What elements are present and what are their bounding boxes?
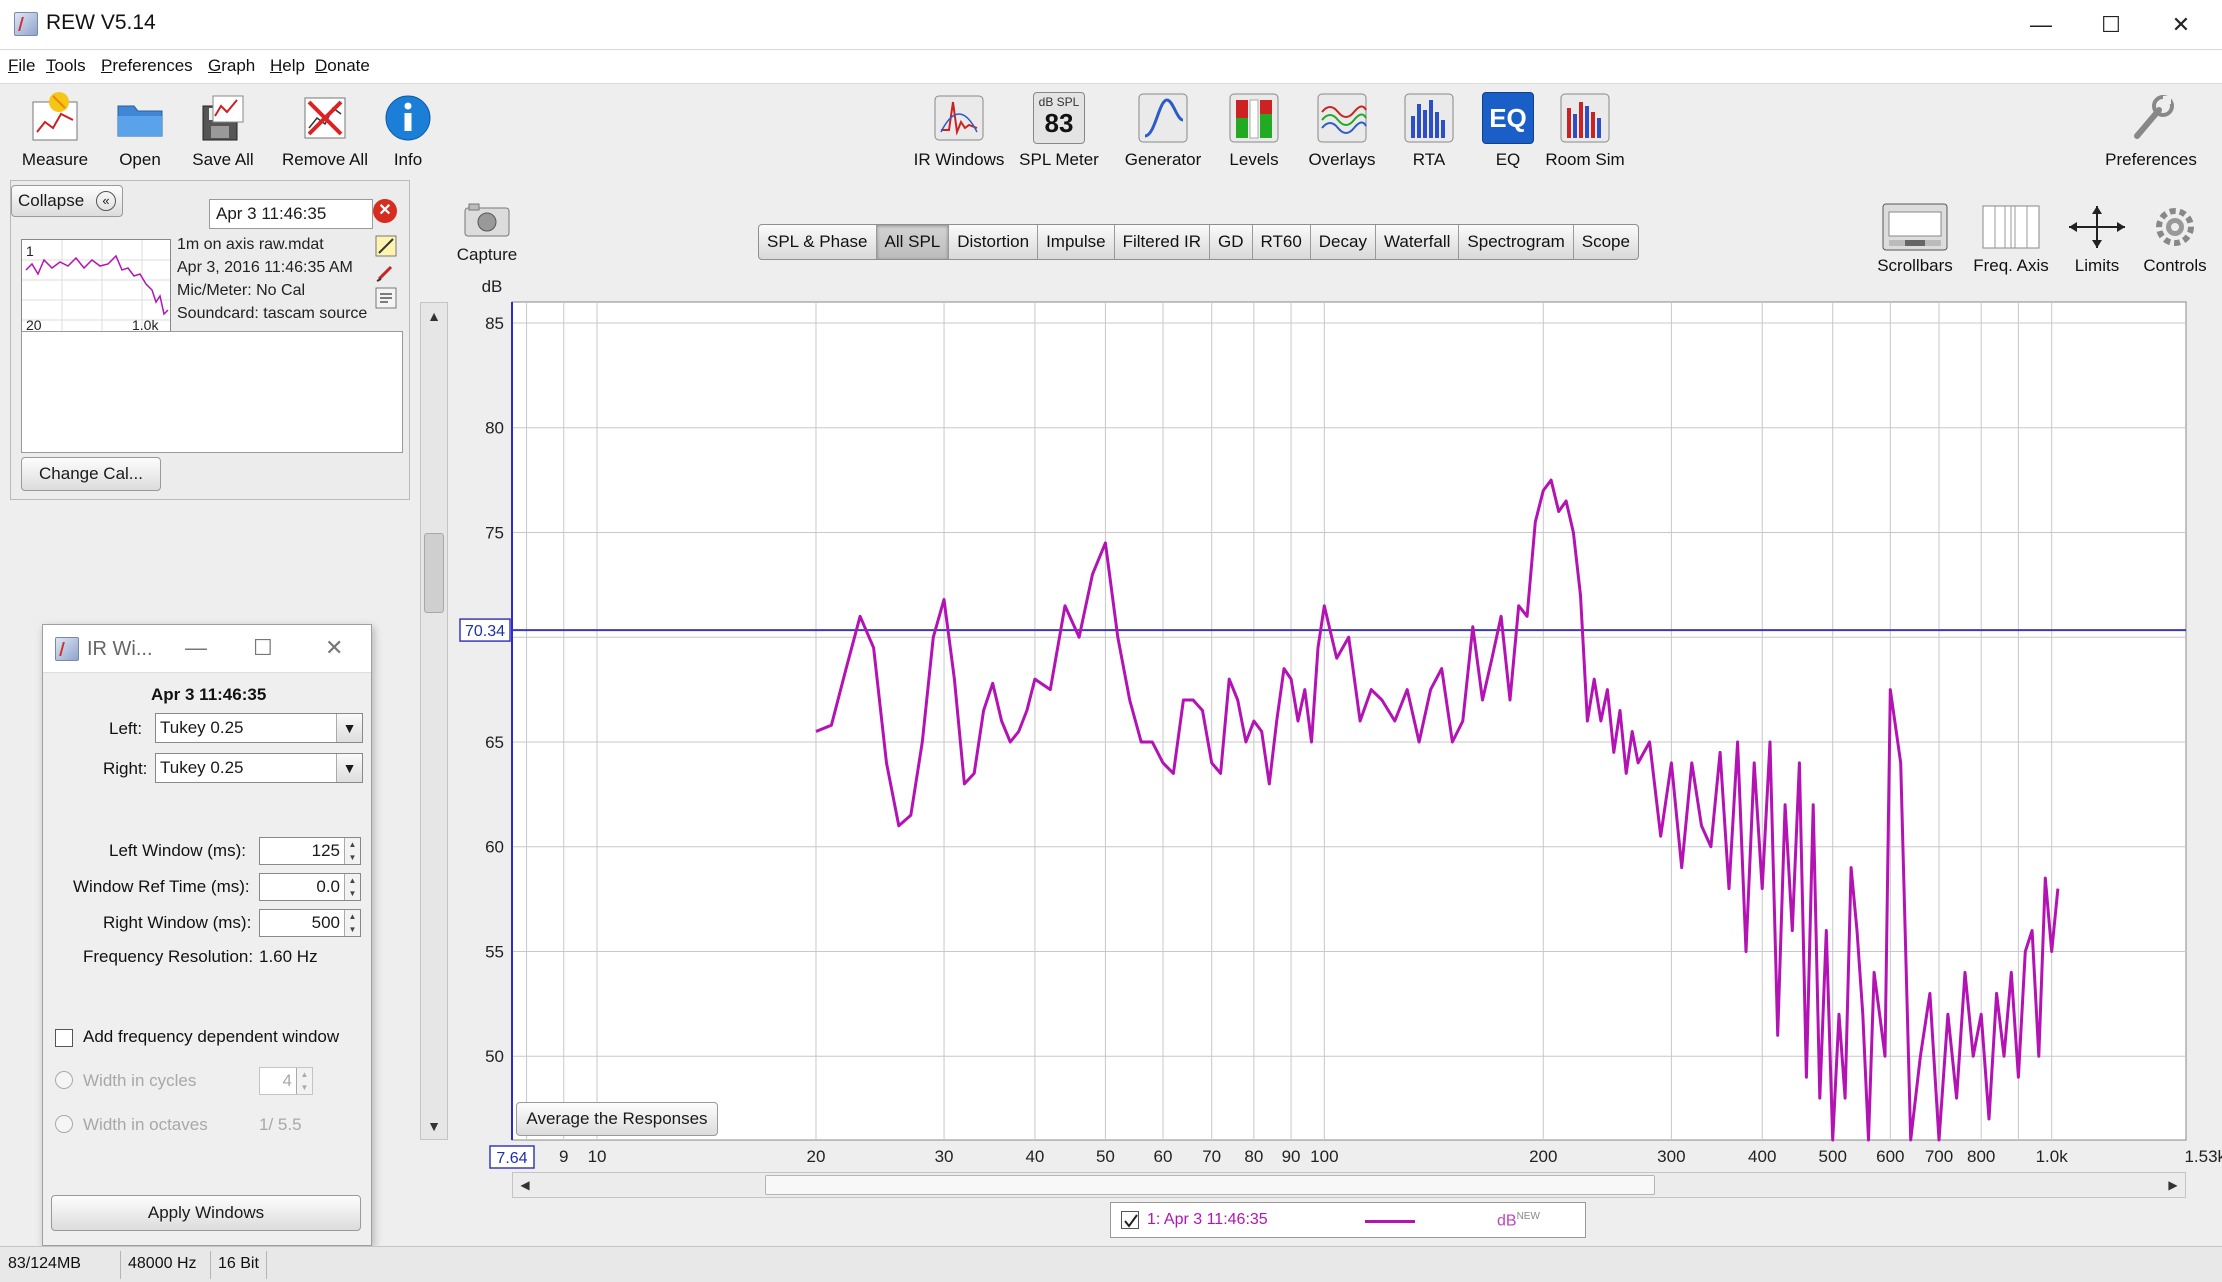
sample-rate: 48000 Hz [128, 1255, 197, 1272]
status-divider [120, 1251, 121, 1279]
y-tick-label: 80 [485, 419, 504, 438]
legend-trace-name[interactable]: 1: Apr 3 11:46:35 [1147, 1211, 1268, 1229]
y-tick-label: 75 [485, 523, 504, 542]
cursor-x-value: 7.64 [496, 1150, 527, 1167]
memory-usage: 83/124MB [8, 1255, 81, 1272]
legend-trace-unit: dBNEW [1497, 1211, 1540, 1230]
scrollbar-thumb[interactable] [765, 1175, 1655, 1195]
x-tick-label: 800 [1967, 1147, 1995, 1166]
y-tick-label: 85 [485, 314, 504, 333]
average-responses-button[interactable]: Average the Responses [516, 1102, 718, 1136]
x-tick-label: 1.53k Hz [2184, 1147, 2222, 1166]
y-tick-label: 65 [485, 733, 504, 752]
x-tick-label: 600 [1876, 1147, 1904, 1166]
y-tick-label: 50 [485, 1047, 504, 1066]
x-tick-label: 100 [1310, 1147, 1338, 1166]
trace-visible-checkbox[interactable] [1121, 1211, 1139, 1229]
bit-depth: 16 Bit [218, 1255, 259, 1272]
y-axis-label: dB [482, 277, 503, 296]
legend-trace-swatch [1365, 1220, 1415, 1223]
graph-legend: 1: Apr 3 11:46:35 dBNEW [1110, 1202, 1586, 1238]
x-tick-label: 80 [1244, 1147, 1263, 1166]
status-bar: 83/124MB 48000 Hz 16 Bit [0, 1246, 2222, 1282]
x-tick-label: 30 [935, 1147, 954, 1166]
x-tick-label: 70 [1202, 1147, 1221, 1166]
x-tick-label: 20 [807, 1147, 826, 1166]
rew-main-window: REW V5.14 — ☐ ✕ File Tools Preferences G… [0, 0, 2222, 1282]
x-tick-label: 700 [1925, 1147, 1953, 1166]
cursor-y-value: 70.34 [465, 623, 505, 640]
x-tick-label: 10 [588, 1147, 607, 1166]
x-tick-label: 500 [1819, 1147, 1847, 1166]
x-tick-label: 400 [1748, 1147, 1776, 1166]
x-tick-label: 50 [1096, 1147, 1115, 1166]
scroll-left-icon[interactable]: ◀ [513, 1173, 537, 1197]
status-divider [210, 1251, 211, 1279]
status-divider [266, 1251, 267, 1279]
x-tick-label: 40 [1025, 1147, 1044, 1166]
x-tick-label: 200 [1529, 1147, 1557, 1166]
x-tick-label: 60 [1154, 1147, 1173, 1166]
x-tick-label: 90 [1282, 1147, 1301, 1166]
spl-graph[interactable]: 85 80 75 65 60 55 50 dB 9 10 20 30 40 50 60 70 80 90 100 20… [0, 0, 2222, 1246]
x-tick-label: 1.0k [2036, 1147, 2069, 1166]
scroll-right-icon[interactable]: ▶ [2161, 1173, 2185, 1197]
y-tick-label: 55 [485, 942, 504, 961]
x-tick-label: 9 [559, 1147, 568, 1166]
frequency-scrollbar[interactable]: ◀ ▶ [512, 1172, 2186, 1198]
x-tick-label: 300 [1657, 1147, 1685, 1166]
y-tick-label: 60 [485, 838, 504, 857]
